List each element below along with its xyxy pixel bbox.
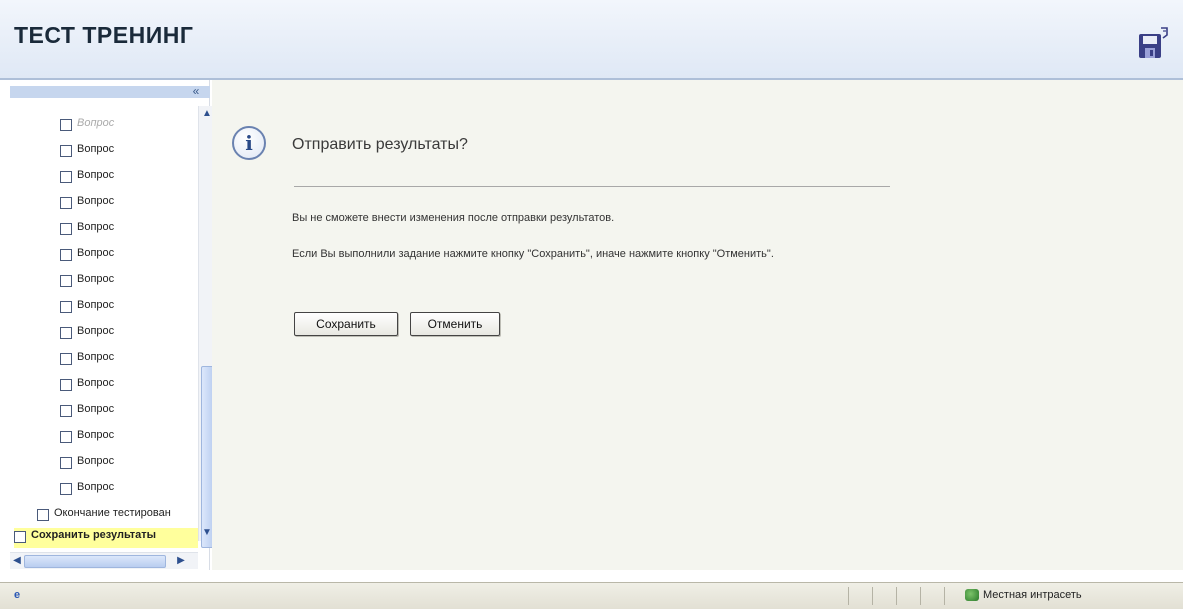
tree-item-label: Вопрос — [77, 221, 115, 233]
intranet-zone-icon — [965, 589, 979, 601]
security-zone-label: Местная интрасеть — [983, 589, 1082, 601]
scroll-left-icon[interactable]: ◀ — [10, 553, 24, 569]
question-navigator: « Вопрос Вопрос Вопрос Вопрос Вопрос Воп… — [10, 80, 215, 570]
tree-item-save-results[interactable]: Сохранить результаты — [14, 528, 198, 548]
checkbox[interactable] — [60, 483, 72, 495]
status-divider — [896, 587, 897, 605]
checkbox[interactable] — [14, 531, 26, 543]
checkbox[interactable] — [60, 145, 72, 157]
checkbox[interactable] — [60, 275, 72, 287]
app-title: ТЕСТ ТРЕНИНГ — [14, 22, 194, 48]
checkbox[interactable] — [60, 353, 72, 365]
confirm-dialog: i Отправить результаты? Вы не сможете вн… — [212, 80, 1183, 570]
tree-item-label: Вопрос — [77, 351, 115, 363]
app-header: ТЕСТ ТРЕНИНГ — [0, 0, 1183, 80]
checkbox[interactable] — [60, 457, 72, 469]
tree-item-label: Сохранить результаты — [31, 529, 157, 541]
checkbox[interactable] — [60, 379, 72, 391]
collapse-up-icon[interactable]: « — [188, 84, 204, 98]
checkbox[interactable] — [60, 405, 72, 417]
checkbox[interactable] — [37, 509, 49, 521]
checkbox[interactable] — [60, 431, 72, 443]
tree-item-label: Вопрос — [77, 195, 115, 207]
tree-item-label: Вопрос — [77, 429, 115, 441]
save-button[interactable]: Сохранить — [294, 312, 398, 336]
cancel-button[interactable]: Отменить — [410, 312, 500, 336]
status-bar: e Местная интрасеть — [0, 582, 1183, 609]
horizontal-scrollbar[interactable]: ◀ ▶ — [10, 552, 198, 569]
dialog-message-instruction: Если Вы выполнили задание нажмите кнопку… — [292, 248, 774, 260]
tree-item-label: Вопрос — [77, 403, 115, 415]
scroll-right-icon[interactable]: ▶ — [174, 553, 188, 569]
save-disk-icon[interactable] — [1137, 26, 1169, 60]
checkbox[interactable] — [60, 171, 72, 183]
checkbox[interactable] — [60, 119, 72, 131]
scroll-thumb-horizontal[interactable] — [24, 555, 166, 568]
tree-item-label: Вопрос — [77, 325, 115, 337]
checkbox[interactable] — [60, 223, 72, 235]
tree-item-label: Вопрос — [77, 299, 115, 311]
status-divider — [848, 587, 849, 605]
dialog-title: Отправить результаты? — [292, 136, 468, 153]
tree-item-label: Вопрос — [77, 481, 115, 493]
status-divider — [872, 587, 873, 605]
dialog-message-warning: Вы не сможете внести изменения после отп… — [292, 212, 615, 224]
info-icon: i — [232, 126, 266, 160]
dialog-divider — [294, 186, 890, 187]
tree-item-label: Окончание тестирован — [54, 507, 171, 519]
tree-item-label: Вопрос — [77, 169, 115, 181]
tree-item-label: Вопрос — [77, 377, 115, 389]
status-divider — [920, 587, 921, 605]
checkbox[interactable] — [60, 327, 72, 339]
tree-list: Вопрос Вопрос Вопрос Вопрос Вопрос Вопро… — [10, 98, 200, 526]
tree-item-label: Вопрос — [77, 117, 115, 129]
sidebar-header-band — [10, 86, 210, 98]
checkbox[interactable] — [60, 197, 72, 209]
checkbox[interactable] — [60, 301, 72, 313]
page-icon: e — [14, 589, 21, 601]
checkbox[interactable] — [60, 249, 72, 261]
tree-item-label: Вопрос — [77, 455, 115, 467]
status-divider — [944, 587, 945, 605]
tree-item-label: Вопрос — [77, 143, 115, 155]
tree-item-label: Вопрос — [77, 273, 115, 285]
tree-item-label: Вопрос — [77, 247, 115, 259]
